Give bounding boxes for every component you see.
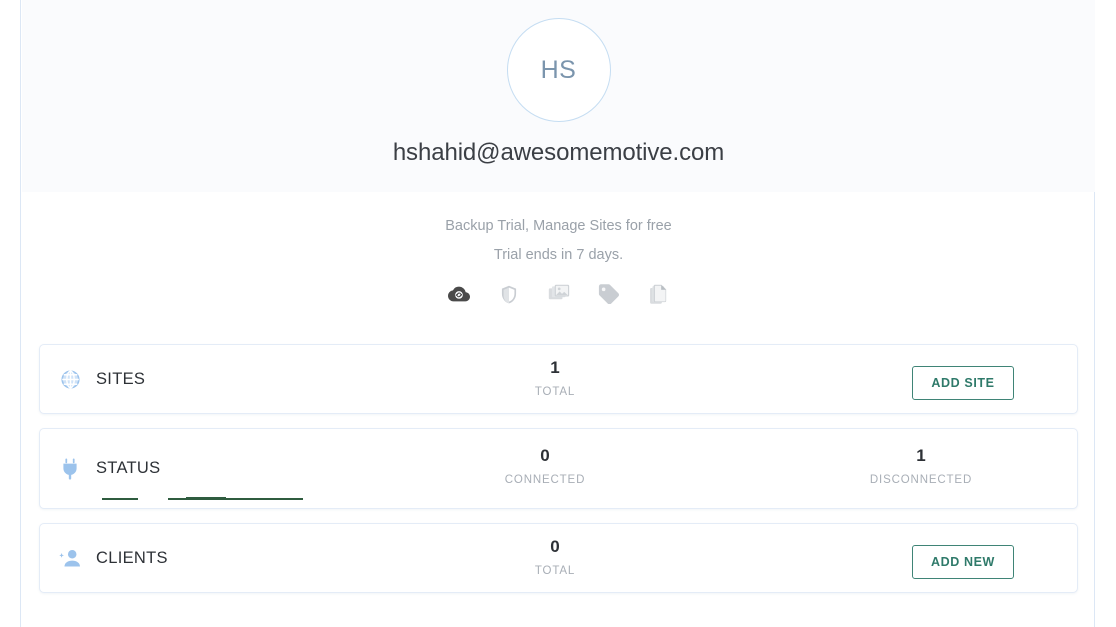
clients-card: CLIENTS 0 TOTAL ADD NEW [39, 523, 1078, 593]
clients-title: CLIENTS [96, 548, 168, 567]
status-underline-artifacts [102, 497, 312, 500]
feature-icons-row [447, 283, 670, 305]
image-gallery-icon[interactable] [548, 283, 570, 305]
stat-cards: SITES 1 TOTAL ADD SITE STATUS 0 CONNECTE… [22, 344, 1095, 607]
status-connected-caption: CONNECTED [504, 473, 586, 486]
add-site-button[interactable]: ADD SITE [912, 366, 1014, 400]
status-title: STATUS [96, 459, 161, 477]
sites-total-caption: TOTAL [534, 385, 576, 398]
avatar: HS [506, 18, 611, 122]
cloud-sync-icon[interactable] [447, 283, 470, 305]
clients-total-value: 0 [550, 537, 560, 556]
add-person-icon [58, 546, 82, 570]
add-new-client-button[interactable]: ADD NEW [912, 545, 1014, 579]
globe-icon [58, 367, 82, 391]
sites-total-metric: 1 TOTAL [496, 358, 614, 398]
trial-block: Backup Trial, Manage Sites for free Tria… [22, 192, 1095, 305]
status-label-group: STATUS [40, 457, 358, 481]
trial-headline: Backup Trial, Manage Sites for free [445, 218, 672, 234]
sites-card: SITES 1 TOTAL ADD SITE [39, 344, 1078, 414]
profile-email: hshahid@awesomemotive.com [392, 139, 725, 166]
trial-subline: Trial ends in 7 days. [493, 247, 624, 263]
underline-segment [102, 498, 138, 500]
clients-label-group: CLIENTS [40, 546, 358, 570]
status-disconnected-metric: 1 DISCONNECTED [860, 446, 982, 486]
shield-icon[interactable] [498, 283, 520, 305]
clients-total-caption: TOTAL [534, 564, 576, 577]
status-disconnected-value: 1 [916, 446, 926, 465]
status-connected-metric: 0 CONNECTED [484, 446, 606, 486]
status-disconnected-caption: DISCONNECTED [869, 473, 973, 486]
avatar-initials: HS [540, 55, 577, 84]
clients-total-metric: 0 TOTAL [496, 537, 614, 577]
document-icon[interactable] [648, 283, 670, 305]
status-connected-value: 0 [540, 446, 550, 465]
power-plug-icon [58, 457, 82, 481]
sites-action-area: ADD SITE [849, 366, 1077, 400]
sites-label-group: SITES [40, 367, 358, 391]
account-panel: HS hshahid@awesomemotive.com Backup Tria… [20, 0, 1095, 627]
status-card: STATUS 0 CONNECTED 1 DISCONNECTED [39, 428, 1078, 509]
sites-total-value: 1 [550, 358, 560, 377]
underline-segment [186, 497, 226, 500]
tag-icon[interactable] [598, 283, 620, 305]
clients-action-area: ADD NEW [849, 545, 1077, 579]
profile-header: HS hshahid@awesomemotive.com [22, 0, 1095, 192]
sites-title: SITES [96, 369, 146, 388]
